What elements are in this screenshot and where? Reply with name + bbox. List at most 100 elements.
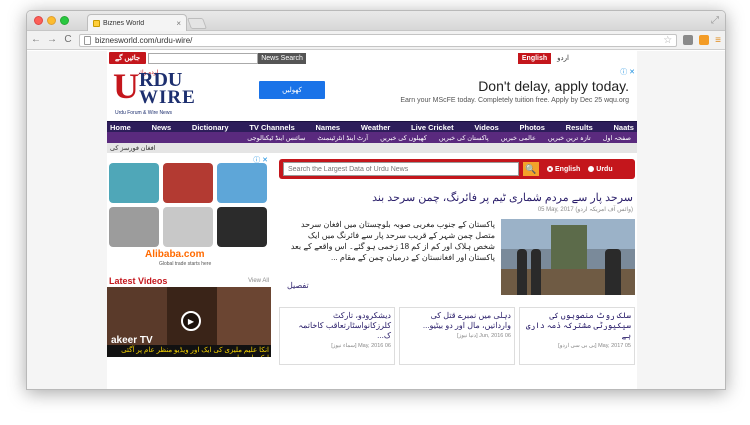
top-story-meta: 05 May, 2017 (وائس آف امریکہ اردو) xyxy=(537,207,633,213)
urdu-nav-latest[interactable]: تازہ ترین خبریں xyxy=(548,134,591,142)
reload-button[interactable]: C xyxy=(63,35,73,45)
news-cards: دیشکرودو، تارکٹ کلرزکانواسٹارتعاقب کاخات… xyxy=(279,307,635,365)
nav-tv-channels[interactable]: TV Channels xyxy=(249,123,294,132)
news-card-meta: 06 Jun, 2016 [دنیا نیوز] xyxy=(457,333,511,339)
ad-product-image[interactable] xyxy=(109,163,159,203)
news-search-button[interactable]: News Search xyxy=(258,52,306,64)
nav-weather[interactable]: Weather xyxy=(361,123,390,132)
title-bar: Biznes World × ⤢ xyxy=(27,11,725,31)
maximize-window-button[interactable] xyxy=(60,16,69,25)
nav-photos[interactable]: Photos xyxy=(520,123,545,132)
nav-news[interactable]: News xyxy=(152,123,172,132)
view-all-link[interactable]: View All xyxy=(248,278,269,284)
banner-ad[interactable]: ⓘ ✕ کھولیں Don't delay, apply today. Ear… xyxy=(237,65,637,121)
top-bar: جائیں گے News Search English اردو xyxy=(107,51,637,65)
url-text[interactable]: biznesworld.com/urdu-wire/ xyxy=(95,36,659,45)
nav-results[interactable]: Results xyxy=(566,123,593,132)
urdu-search-button[interactable]: جائیں گے xyxy=(109,52,147,64)
urdu-nav-sports[interactable]: کھیلوں کی خبریں xyxy=(380,134,427,142)
play-icon[interactable]: ▶ xyxy=(181,311,201,331)
news-card[interactable]: دہلی میں نمبرے قتل کی وارداتیں، مال اور … xyxy=(399,307,515,365)
extension-icon-2[interactable] xyxy=(699,35,710,45)
nav-videos[interactable]: Videos xyxy=(474,123,498,132)
lang-english-button[interactable]: English xyxy=(517,52,552,64)
browser-tab[interactable]: Biznes World × xyxy=(87,14,187,31)
ad-product-image[interactable] xyxy=(163,207,213,247)
logo-letter: U xyxy=(113,66,139,106)
read-more-link[interactable]: تفصیل xyxy=(287,281,309,290)
ad-info-icon[interactable]: ⓘ ✕ xyxy=(620,67,635,77)
urdu-nav: سائنس اینڈ ٹیکنالوجی آرٹ اینڈ انٹرٹینمنٹ… xyxy=(107,132,637,143)
urdu-nav-art[interactable]: آرٹ اینڈ انٹرٹینمنٹ xyxy=(317,134,368,142)
content-area: ⓘ ✕ Alibaba.com Global trade starts here… xyxy=(107,153,637,389)
ticker-text[interactable]: افغان فورسز کی xyxy=(110,144,156,152)
ad-product-image[interactable] xyxy=(109,207,159,247)
new-tab-button[interactable] xyxy=(186,18,208,29)
menu-icon[interactable]: ≡ xyxy=(715,35,721,46)
main-nav: Home News Dictionary TV Channels Names W… xyxy=(107,121,637,132)
window-controls xyxy=(34,16,69,25)
search-icon[interactable]: 🔍 xyxy=(523,162,539,176)
story-summary: پاکستان کے جنوب مغربی صوبہ بلوچستان میں … xyxy=(290,220,495,262)
minimize-window-button[interactable] xyxy=(47,16,56,25)
site-logo[interactable]: U اردو وائر RDU WIRE Urdu Forum & Wire N… xyxy=(107,65,237,121)
browser-window: Biznes World × ⤢ ← → C biznesworld.com/u… xyxy=(26,10,726,390)
urdu-nav-world[interactable]: عالمی خبریں xyxy=(501,134,536,142)
news-card[interactable]: دیشکرودو، تارکٹ کلرزکانواسٹارتعاقب کاخات… xyxy=(279,307,395,365)
radio-dot-icon xyxy=(547,166,553,172)
address-bar[interactable]: biznesworld.com/urdu-wire/ ☆ xyxy=(79,33,678,47)
nav-names[interactable]: Names xyxy=(316,123,341,132)
forward-button[interactable]: → xyxy=(47,35,57,45)
ad-product-image[interactable] xyxy=(163,163,213,203)
ad-subtext: Earn your MScFE today. Completely tuitio… xyxy=(400,97,629,104)
ad-headline: Don't delay, apply today. xyxy=(478,78,629,94)
news-card-title[interactable]: دیشکرودو، تارکٹ کلرزکانواسٹارتعاقب کاخات… xyxy=(283,311,391,341)
nav-live-cricket[interactable]: Live Cricket xyxy=(411,123,454,132)
radio-urdu[interactable]: Urdu xyxy=(588,166,613,173)
urdu-nav-home[interactable]: صفحہ اول xyxy=(603,134,631,142)
alibaba-tagline: Global trade starts here xyxy=(159,261,212,267)
browser-toolbar: ← → C biznesworld.com/urdu-wire/ ☆ ≡ xyxy=(27,31,725,50)
tab-close-icon[interactable]: × xyxy=(176,19,181,28)
fullscreen-icon[interactable]: ⤢ xyxy=(711,15,719,26)
image-figure xyxy=(517,249,527,295)
nav-home[interactable]: Home xyxy=(110,123,131,132)
radio-english-label: English xyxy=(555,165,581,173)
alibaba-logo[interactable]: Alibaba.com xyxy=(145,249,204,260)
nav-dictionary[interactable]: Dictionary xyxy=(192,123,229,132)
site-header: U اردو وائر RDU WIRE Urdu Forum & Wire N… xyxy=(107,65,637,121)
extension-icon[interactable] xyxy=(683,35,694,45)
close-window-button[interactable] xyxy=(34,16,43,25)
news-card[interactable]: سلک روٹ منصوبوں کی سیکیورٹی مشترکہ ذمہ د… xyxy=(519,307,635,365)
radio-english[interactable]: English xyxy=(547,166,580,173)
urdu-news-search: 🔍 English Urdu xyxy=(279,159,635,179)
logo-wire: WIRE xyxy=(139,87,196,108)
video-caption[interactable]: انکا علیم ملیزی کی ایک اور ویڈیو منظر عا… xyxy=(107,345,271,357)
ad-product-image[interactable] xyxy=(217,163,267,203)
sidebar-ad[interactable]: ⓘ ✕ Alibaba.com Global trade starts here xyxy=(107,155,271,273)
left-sidebar: ⓘ ✕ Alibaba.com Global trade starts here… xyxy=(107,155,271,357)
urdu-search-input[interactable] xyxy=(283,162,519,176)
urdu-nav-pakistan[interactable]: پاکستان کی خبریں xyxy=(439,134,489,142)
story-image[interactable] xyxy=(501,219,635,295)
news-card-meta: 05 May, 2017 [بی بی سی اردو] xyxy=(558,343,631,349)
lang-urdu-button[interactable]: اردو xyxy=(551,52,575,64)
bookmark-star-icon[interactable]: ☆ xyxy=(663,35,672,46)
nav-naats[interactable]: Naats xyxy=(614,123,634,132)
page-icon xyxy=(84,35,91,45)
news-card-title[interactable]: سلک روٹ منصوبوں کی سیکیورٹی مشترکہ ذمہ د… xyxy=(523,311,631,341)
image-figure xyxy=(605,249,621,295)
favicon-icon xyxy=(93,19,100,27)
back-button[interactable]: ← xyxy=(31,35,41,45)
ad-open-button[interactable]: کھولیں xyxy=(259,81,325,99)
urdu-nav-science[interactable]: سائنس اینڈ ٹیکنالوجی xyxy=(247,134,305,142)
tab-title: Biznes World xyxy=(103,19,145,27)
main-column: 🔍 English Urdu سرحد پار سے مردم شماری ٹی… xyxy=(279,155,635,365)
top-search-input[interactable] xyxy=(148,52,259,64)
news-card-title[interactable]: دہلی میں نمبرے قتل کی وارداتیں، مال اور … xyxy=(403,311,511,331)
ad-product-image[interactable] xyxy=(217,207,267,247)
video-thumbnail[interactable]: ▶ akeer TV انکا علیم ملیزی کی ایک اور وی… xyxy=(107,287,271,357)
top-story-headline[interactable]: سرحد پار سے مردم شماری ٹیم پر فائرنگ، چم… xyxy=(279,191,635,204)
image-gate xyxy=(551,225,587,269)
radio-dot-icon xyxy=(588,166,595,172)
